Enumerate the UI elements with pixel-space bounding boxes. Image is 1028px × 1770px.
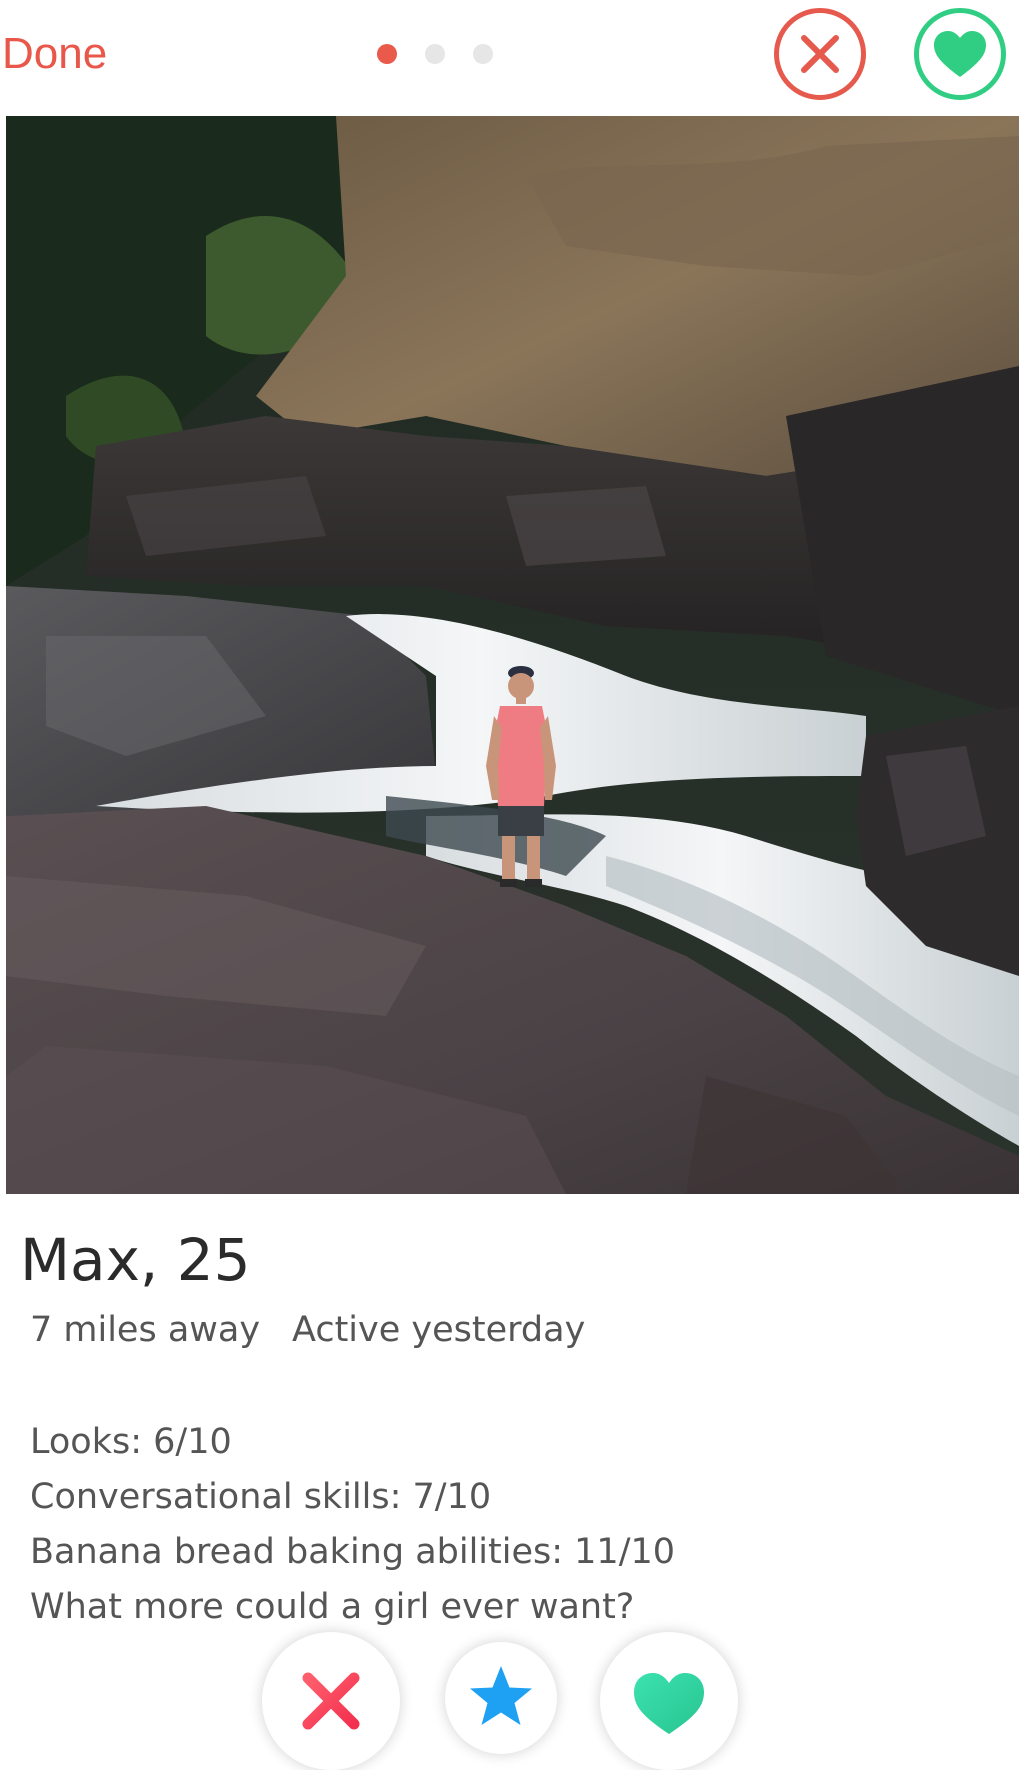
bio-line: Banana bread baking abilities: 11/10 xyxy=(30,1532,676,1572)
done-button[interactable]: Done xyxy=(2,28,107,80)
super-like-button[interactable] xyxy=(445,1642,557,1754)
top-bar: Done xyxy=(0,0,1028,116)
photo-indicator-dot-active[interactable] xyxy=(377,44,397,64)
action-bar xyxy=(0,1632,1028,1770)
photo-indicator-dot[interactable] xyxy=(425,44,445,64)
profile-bio: Looks: 6/10 Conversational skills: 7/10 … xyxy=(30,1415,675,1635)
waterfall-photo xyxy=(6,116,1019,1194)
nope-button[interactable] xyxy=(262,1632,400,1770)
profile-photo[interactable] xyxy=(6,116,1019,1194)
close-button[interactable] xyxy=(774,8,866,100)
photo-indicator-dot[interactable] xyxy=(473,44,493,64)
bio-line: Conversational skills: 7/10 xyxy=(30,1477,492,1517)
bio-line: What more could a girl ever want? xyxy=(30,1587,635,1627)
x-icon xyxy=(302,1672,360,1730)
active-status-label: Active yesterday xyxy=(292,1310,586,1350)
heart-circle-icon xyxy=(934,31,986,77)
like-heart-button[interactable] xyxy=(600,1632,738,1770)
like-button[interactable] xyxy=(914,8,1006,100)
close-circle-icon xyxy=(801,35,839,73)
bio-line: Looks: 6/10 xyxy=(30,1422,232,1462)
profile-name-age: Max, 25 xyxy=(20,1226,251,1294)
star-icon xyxy=(470,1666,532,1725)
heart-icon xyxy=(634,1673,704,1734)
distance-label: 7 miles away xyxy=(30,1310,261,1350)
